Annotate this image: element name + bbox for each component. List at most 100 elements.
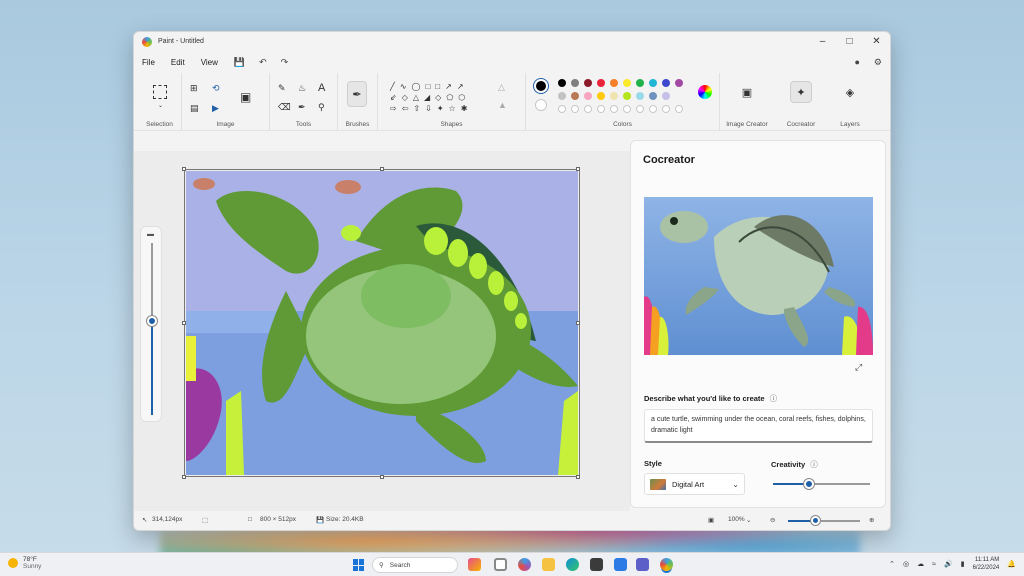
- resize-handle-tr[interactable]: [576, 167, 580, 171]
- color-swatch[interactable]: [636, 79, 644, 87]
- custom-color-slot[interactable]: [662, 105, 670, 113]
- custom-color-slot[interactable]: [636, 105, 644, 113]
- color-swatch[interactable]: [597, 92, 605, 100]
- account-icon[interactable]: ●: [854, 57, 859, 68]
- fill-bucket-icon[interactable]: ♨: [298, 84, 306, 93]
- color-swatch[interactable]: [558, 92, 566, 100]
- color-swatch[interactable]: [610, 92, 618, 100]
- crop-icon[interactable]: ⊞: [190, 84, 198, 93]
- brush-size-slider[interactable]: ▬: [140, 226, 162, 422]
- pencil-icon[interactable]: ✎: [278, 84, 286, 93]
- info-icon[interactable]: ⓘ: [770, 394, 778, 403]
- prompt-textbox[interactable]: a cute turtle, swimming under the ocean,…: [644, 409, 873, 443]
- taskbar-app-widgets-icon[interactable]: [468, 558, 481, 571]
- shapes-row-3-icons[interactable]: ⇨⇦⇧⇩✦☆✱: [390, 105, 472, 113]
- group-label-layers[interactable]: Layers: [828, 121, 872, 128]
- minimize-button[interactable]: –: [809, 32, 836, 51]
- zoom-out-icon[interactable]: ⊖: [770, 516, 775, 524]
- taskbar-app-store-icon[interactable]: [590, 558, 603, 571]
- shape-outline-icon[interactable]: △: [498, 83, 505, 92]
- color-swatch[interactable]: [558, 79, 566, 87]
- color-swatch[interactable]: [662, 92, 670, 100]
- color-swatch[interactable]: [584, 79, 592, 87]
- wifi-icon[interactable]: ≈: [932, 561, 936, 568]
- primary-color-swatch[interactable]: [534, 79, 548, 93]
- selection-icon[interactable]: [153, 85, 167, 99]
- custom-color-slot[interactable]: [610, 105, 618, 113]
- zoom-level[interactable]: 100%: [728, 516, 745, 523]
- fit-to-window-icon[interactable]: ▣: [708, 516, 714, 524]
- taskbar-app-file-explorer-icon[interactable]: [542, 558, 555, 571]
- selection-chevron-icon[interactable]: ⌄: [158, 103, 163, 109]
- custom-color-slot[interactable]: [623, 105, 631, 113]
- windows-start-icon[interactable]: [353, 559, 365, 571]
- custom-color-slot[interactable]: [571, 105, 579, 113]
- zoom-in-icon[interactable]: ⊕: [869, 516, 874, 524]
- color-swatch[interactable]: [597, 79, 605, 87]
- resize-handle-br[interactable]: [576, 475, 580, 479]
- color-swatch[interactable]: [662, 79, 670, 87]
- resize-handle-b[interactable]: [380, 475, 384, 479]
- menu-edit[interactable]: Edit: [171, 58, 185, 67]
- brush-size-thumb[interactable]: [147, 316, 157, 326]
- taskbar-app-photos-icon[interactable]: [614, 558, 627, 571]
- color-swatch[interactable]: [571, 79, 579, 87]
- color-swatch[interactable]: [571, 92, 579, 100]
- shape-fill-icon[interactable]: ▲: [498, 101, 507, 110]
- notification-bell-icon[interactable]: 🔔: [1007, 560, 1016, 568]
- generated-image-preview[interactable]: [644, 197, 873, 355]
- edit-colors-icon[interactable]: [698, 85, 712, 99]
- secondary-color-swatch[interactable]: [535, 99, 547, 111]
- brushes-icon[interactable]: ✒: [347, 81, 367, 107]
- color-swatch[interactable]: [675, 79, 683, 87]
- shapes-row-1-icons[interactable]: ╱∿◯□□↗↗: [390, 83, 469, 91]
- battery-icon[interactable]: ▮: [961, 560, 965, 568]
- custom-color-slot[interactable]: [649, 105, 657, 113]
- taskbar-app-task-view-icon[interactable]: [494, 558, 507, 571]
- color-swatch[interactable]: [610, 79, 618, 87]
- tray-app-icon[interactable]: ◎: [903, 560, 909, 568]
- drawing-canvas[interactable]: [186, 171, 578, 475]
- weather-widget[interactable]: 78°F Sunny: [8, 556, 41, 570]
- color-picker-icon[interactable]: ✒: [298, 103, 306, 112]
- taskbar-search[interactable]: ⚲ Search: [372, 557, 458, 573]
- rotate-icon[interactable]: ⟲: [212, 84, 220, 93]
- color-swatch[interactable]: [584, 92, 592, 100]
- custom-color-slot[interactable]: [584, 105, 592, 113]
- zoom-dropdown-icon[interactable]: ⌄: [746, 516, 751, 524]
- undo-icon[interactable]: ↶: [259, 57, 267, 68]
- maximize-button[interactable]: □: [836, 32, 863, 51]
- custom-color-slot[interactable]: [597, 105, 605, 113]
- menu-file[interactable]: File: [142, 58, 155, 67]
- onedrive-cloud-icon[interactable]: ☁: [917, 560, 924, 568]
- settings-gear-icon[interactable]: ⚙: [874, 57, 882, 68]
- taskbar-app-copilot-icon[interactable]: [518, 558, 531, 571]
- close-button[interactable]: ✕: [863, 32, 890, 51]
- custom-color-slot[interactable]: [558, 105, 566, 113]
- text-tool-icon[interactable]: A: [318, 83, 325, 94]
- image-creator-icon[interactable]: ▣: [736, 81, 758, 103]
- shapes-row-2-icons[interactable]: ⇙◇△◢◇⬠⬡: [390, 94, 470, 102]
- creativity-info-icon[interactable]: ⓘ: [810, 460, 818, 469]
- clock[interactable]: 11:11 AM 6/22/2024: [973, 556, 1000, 572]
- group-label-cocreator[interactable]: Cocreator: [774, 121, 828, 128]
- resize-icon[interactable]: ▤: [190, 104, 199, 113]
- menu-view[interactable]: View: [201, 58, 218, 67]
- resize-handle-t[interactable]: [380, 167, 384, 171]
- chevron-up-icon[interactable]: ⌃: [889, 560, 895, 568]
- color-swatch[interactable]: [649, 79, 657, 87]
- resize-handle-r[interactable]: [576, 321, 580, 325]
- remove-background-icon[interactable]: ▣: [240, 91, 251, 103]
- color-swatch[interactable]: [623, 92, 631, 100]
- redo-icon[interactable]: ↷: [281, 57, 289, 68]
- flip-icon[interactable]: ▶: [212, 104, 219, 113]
- color-swatch[interactable]: [636, 92, 644, 100]
- volume-icon[interactable]: 🔊: [944, 560, 953, 568]
- creativity-slider-thumb[interactable]: [804, 479, 814, 489]
- taskbar-app-teams-icon[interactable]: [636, 558, 649, 571]
- style-dropdown[interactable]: Digital Art ⌄: [644, 473, 745, 495]
- resize-handle-tl[interactable]: [182, 167, 186, 171]
- expand-image-icon[interactable]: ⤢: [855, 362, 862, 373]
- custom-color-slot[interactable]: [675, 105, 683, 113]
- color-swatch[interactable]: [649, 92, 657, 100]
